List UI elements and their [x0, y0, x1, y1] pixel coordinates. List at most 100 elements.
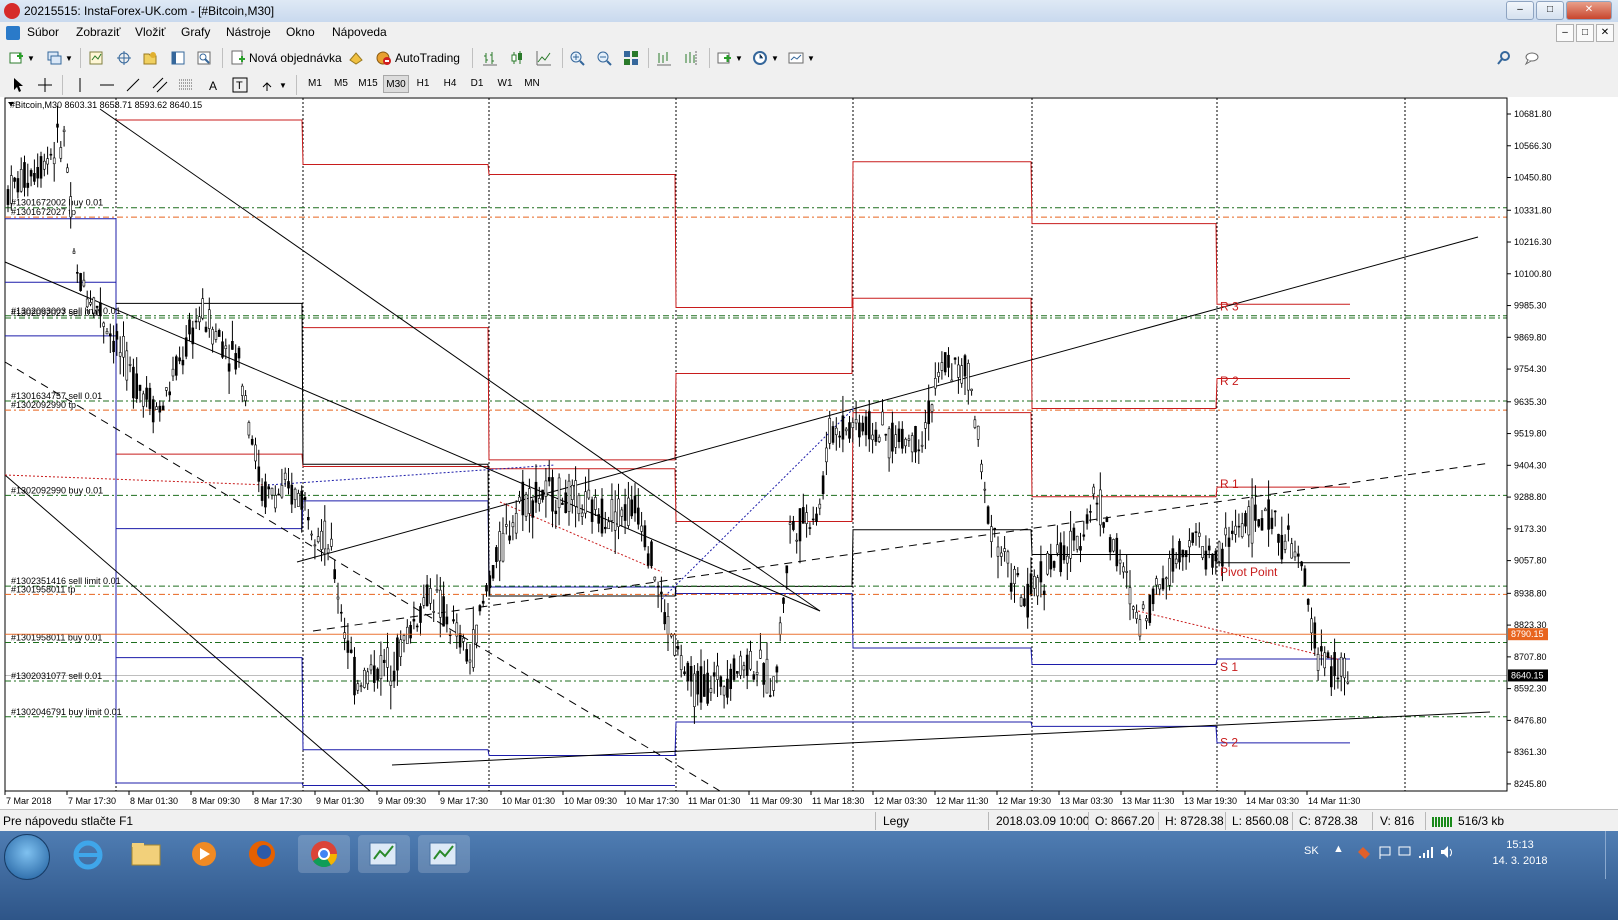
indicators-button[interactable]: ▼: [716, 49, 743, 67]
chart-close-button[interactable]: ✕: [1596, 24, 1614, 42]
candle-body: [907, 438, 911, 441]
clock-time[interactable]: 15:13: [1490, 839, 1550, 851]
candle-body: [1191, 532, 1194, 543]
display-icon[interactable]: [1398, 845, 1412, 859]
candle-body: [221, 341, 224, 358]
strategy-tester-button[interactable]: [196, 49, 212, 67]
chart-canvas[interactable]: #1301672002 buy 0.01#1301672027 tp#13020…: [0, 97, 1618, 809]
autoscroll-button[interactable]: [683, 49, 699, 67]
navigator-button[interactable]: [142, 49, 158, 67]
line-chart-button[interactable]: [536, 49, 552, 67]
candle-body: [904, 438, 907, 447]
arrows-tool[interactable]: ▼: [260, 76, 287, 94]
volume-icon[interactable]: [1440, 845, 1456, 859]
taskbar-metatrader-button[interactable]: [358, 835, 410, 873]
tray-app-icon[interactable]: [1356, 845, 1372, 859]
data-window-button[interactable]: [116, 49, 132, 67]
menu-view[interactable]: Zobraziť: [76, 25, 121, 39]
candle-body: [498, 531, 502, 562]
show-desktop-button[interactable]: [1605, 831, 1618, 879]
cursor-tool[interactable]: [10, 76, 26, 94]
timeframe-mn[interactable]: MN: [519, 75, 545, 93]
horizontal-line-tool[interactable]: [99, 76, 115, 94]
search-button[interactable]: [1496, 49, 1512, 67]
candle-body: [382, 659, 386, 663]
price-chart[interactable]: #1301672002 buy 0.01 #1301672027 tp #13020…: [0, 97, 1618, 809]
metaeditor-button[interactable]: [348, 49, 364, 67]
status-separator: [1088, 812, 1089, 830]
tile-windows-icon: [624, 51, 638, 65]
taskbar-firefox-button[interactable]: [236, 835, 288, 873]
timeframe-m15[interactable]: M15: [355, 75, 381, 93]
taskbar-media-button[interactable]: [178, 835, 230, 873]
chart-minimize-button[interactable]: –: [1556, 24, 1574, 42]
network-icon[interactable]: [1418, 845, 1434, 859]
taskbar-chrome-button[interactable]: [298, 835, 350, 873]
fibonacci-tool[interactable]: [178, 76, 194, 94]
menu-window[interactable]: Okno: [286, 25, 315, 39]
candle-body: [313, 544, 317, 547]
menu-file[interactable]: Súbor: [27, 25, 59, 39]
price-tick-label: 9869.80: [1514, 332, 1547, 342]
timeframe-m1[interactable]: M1: [302, 75, 328, 93]
text-tool[interactable]: A: [206, 76, 222, 94]
candle-body: [689, 666, 693, 682]
maximize-button[interactable]: □: [1536, 1, 1564, 20]
timeframe-d1[interactable]: D1: [464, 75, 490, 93]
candle-body: [1118, 559, 1122, 564]
candle-body: [1244, 512, 1247, 527]
candle-body: [1019, 597, 1023, 607]
taskbar-metatrader2-button[interactable]: [418, 835, 470, 873]
timeframe-m5[interactable]: M5: [328, 75, 354, 93]
flag-icon[interactable]: [1378, 845, 1392, 859]
close-button[interactable]: ✕: [1566, 1, 1612, 20]
timeframe-h1[interactable]: H1: [410, 75, 436, 93]
windows-taskbar: SK ▲ 15:13 14. 3. 2018: [0, 831, 1618, 920]
terminal-button[interactable]: [170, 49, 186, 67]
timeframe-h4[interactable]: H4: [437, 75, 463, 93]
candle-body: [389, 680, 393, 686]
periods-button[interactable]: ▼: [752, 49, 779, 67]
zoom-in-button[interactable]: [569, 49, 585, 67]
candle-body: [471, 629, 475, 668]
timeframe-m30[interactable]: M30: [383, 75, 409, 93]
templates-button[interactable]: ▼: [788, 49, 815, 67]
start-button[interactable]: [4, 834, 50, 880]
candle-body: [465, 649, 469, 662]
chart-shift-button[interactable]: [656, 49, 672, 67]
candle-body: [204, 326, 208, 332]
candle-body: [1155, 578, 1158, 586]
trendline-tool[interactable]: [125, 76, 141, 94]
status-separator: [1292, 812, 1293, 830]
minimize-button[interactable]: –: [1506, 1, 1534, 20]
menu-charts[interactable]: Grafy: [181, 25, 210, 39]
text-label-icon: T: [232, 77, 248, 93]
new-order-button[interactable]: Nová objednávka: [230, 49, 342, 67]
language-indicator[interactable]: SK: [1304, 845, 1319, 857]
clock-date[interactable]: 14. 3. 2018: [1476, 855, 1564, 867]
chat-button[interactable]: [1524, 49, 1540, 67]
chart-restore-button[interactable]: □: [1576, 24, 1594, 42]
equidistant-channel-tool[interactable]: [152, 76, 168, 94]
zoom-out-button[interactable]: [596, 49, 612, 67]
candlestick-button[interactable]: [509, 49, 525, 67]
autotrading-button[interactable]: AutoTrading: [376, 49, 460, 67]
taskbar-explorer-button[interactable]: [120, 835, 172, 873]
taskbar-ie-button[interactable]: [62, 835, 114, 873]
market-watch-button[interactable]: [88, 49, 104, 67]
menu-help[interactable]: Nápoveda: [332, 25, 387, 39]
candle-body: [155, 406, 158, 410]
new-chart-button[interactable]: ▼: [8, 49, 35, 67]
profiles-button[interactable]: ▼: [46, 49, 73, 67]
menu-insert[interactable]: Vložiť: [135, 25, 166, 39]
candle-body: [188, 319, 191, 335]
crosshair-tool[interactable]: [37, 76, 53, 94]
candle-body: [838, 435, 841, 438]
timeframe-w1[interactable]: W1: [492, 75, 518, 93]
label-tool[interactable]: T: [232, 76, 248, 94]
menu-tools[interactable]: Nástroje: [226, 25, 271, 39]
bar-chart-button[interactable]: [482, 49, 498, 67]
vertical-line-tool[interactable]: [72, 76, 88, 94]
tray-arrow-icon[interactable]: ▲: [1333, 843, 1344, 855]
tile-windows-button[interactable]: [623, 49, 639, 67]
